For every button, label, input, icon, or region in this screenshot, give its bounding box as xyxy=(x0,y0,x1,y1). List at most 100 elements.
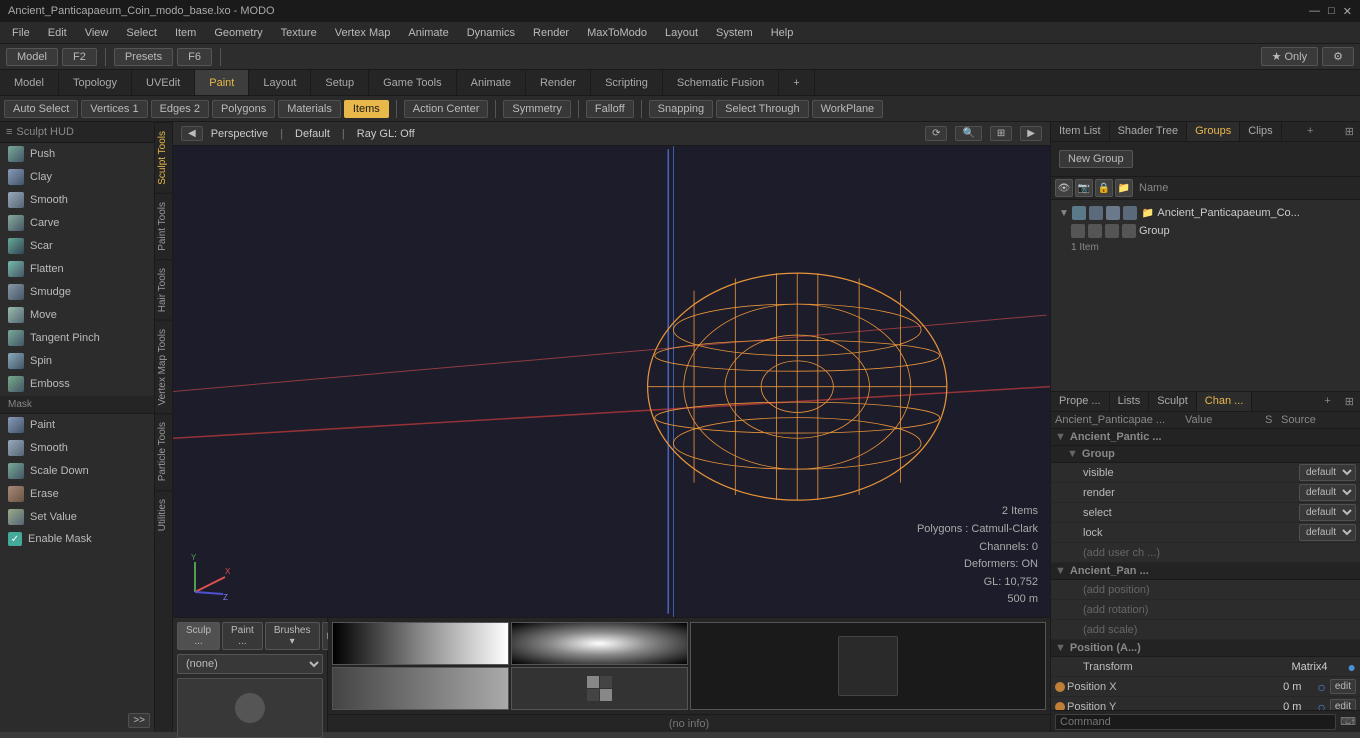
enable-mask-checkbox[interactable]: ✓ xyxy=(8,532,22,546)
tool-mask-smooth[interactable]: Smooth xyxy=(0,437,154,460)
f6-button[interactable]: F6 xyxy=(177,48,212,66)
tool-spin[interactable]: Spin xyxy=(0,350,154,373)
tab-uvedit[interactable]: UVEdit xyxy=(132,70,195,95)
tool-erase[interactable]: Erase xyxy=(0,483,154,506)
prop-select-dropdown[interactable]: default xyxy=(1299,504,1356,521)
polygons-button[interactable]: Polygons xyxy=(212,100,275,118)
prop-lock-dropdown[interactable]: default xyxy=(1299,524,1356,541)
tool-tangent-pinch[interactable]: Tangent Pinch xyxy=(0,327,154,350)
auto-select-button[interactable]: Auto Select xyxy=(4,100,78,118)
viewport-back-button[interactable]: ◀ xyxy=(181,126,203,141)
vp-icon3[interactable]: ⊞ xyxy=(990,126,1012,141)
vp-icon1[interactable]: ⟳ xyxy=(925,126,947,141)
tab-paint[interactable]: Paint xyxy=(195,70,249,95)
tool-enable-mask[interactable]: ✓ Enable Mask xyxy=(0,529,154,550)
gear-button[interactable]: ⚙ xyxy=(1322,47,1354,66)
viewport-canvas[interactable]: 2 Items Polygons : Catmull-Clark Channel… xyxy=(173,146,1050,617)
tool-emboss[interactable]: Emboss xyxy=(0,373,154,396)
items-button[interactable]: Items xyxy=(344,100,389,118)
menu-item-help[interactable]: Help xyxy=(763,25,802,41)
vp-icon2[interactable]: 🔍 xyxy=(955,126,981,141)
expand-panel-button[interactable]: >> xyxy=(128,713,150,728)
tool-mask-paint[interactable]: Paint xyxy=(0,414,154,437)
menu-item-maxtomodo[interactable]: MaxToModo xyxy=(579,25,655,41)
brush-select[interactable]: (none) xyxy=(177,654,323,674)
falloff-button[interactable]: Falloff xyxy=(586,100,634,118)
maximize-button[interactable]: □ xyxy=(1328,5,1335,18)
side-tab-particle-tools[interactable]: Particle Tools xyxy=(155,413,172,489)
tool-flatten[interactable]: Flatten xyxy=(0,258,154,281)
bottom-tab-paint[interactable]: Paint ... xyxy=(222,622,263,650)
side-tab-utilities[interactable]: Utilities xyxy=(155,490,172,539)
bottom-tab-sculpt[interactable]: Sculp ... xyxy=(177,622,220,650)
vp-icon4[interactable]: ▶ xyxy=(1020,126,1042,141)
rb-tab-chan[interactable]: Chan ... xyxy=(1197,392,1253,411)
rt-tab-groups[interactable]: Groups xyxy=(1187,122,1240,141)
select-through-button[interactable]: Select Through xyxy=(716,100,808,118)
menu-item-layout[interactable]: Layout xyxy=(657,25,706,41)
prop-render-dropdown[interactable]: default xyxy=(1299,484,1356,501)
pos-x-edit-button[interactable]: edit xyxy=(1330,679,1356,694)
workplane-button[interactable]: WorkPlane xyxy=(812,100,884,118)
render-icon[interactable]: 📷 xyxy=(1075,179,1093,197)
tab-game-tools[interactable]: Game Tools xyxy=(369,70,457,95)
tool-carve[interactable]: Carve xyxy=(0,212,154,235)
tab-setup[interactable]: Setup xyxy=(311,70,369,95)
new-group-button[interactable]: New Group xyxy=(1059,150,1133,168)
tool-push[interactable]: Push xyxy=(0,143,154,166)
menu-item-dynamics[interactable]: Dynamics xyxy=(459,25,523,41)
tab-animate[interactable]: Animate xyxy=(457,70,526,95)
rb-expand[interactable]: ⊞ xyxy=(1339,392,1360,411)
list-item-count[interactable]: 1 Item xyxy=(1067,240,1356,255)
rb-tab-sculpt[interactable]: Sculpt xyxy=(1149,392,1197,411)
prop-visible-dropdown[interactable]: default xyxy=(1299,464,1356,481)
close-button[interactable]: ✕ xyxy=(1343,5,1352,18)
menu-item-texture[interactable]: Texture xyxy=(273,25,325,41)
vertices-button[interactable]: Vertices 1 xyxy=(81,100,147,118)
side-tab-vertex-map-tools[interactable]: Vertex Map Tools xyxy=(155,320,172,414)
star-only-button[interactable]: ★ Only xyxy=(1261,47,1319,66)
menu-item-select[interactable]: Select xyxy=(118,25,165,41)
rt-tab-shader-tree[interactable]: Shader Tree xyxy=(1110,122,1188,141)
tab-model[interactable]: Model xyxy=(0,70,59,95)
action-center-button[interactable]: Action Center xyxy=(404,100,489,118)
menu-item-item[interactable]: Item xyxy=(167,25,204,41)
tab-add[interactable]: + xyxy=(779,70,814,95)
list-item-group[interactable]: Group xyxy=(1067,222,1356,240)
menu-item-system[interactable]: System xyxy=(708,25,761,41)
rt-tab-item-list[interactable]: Item List xyxy=(1051,122,1110,141)
menu-item-view[interactable]: View xyxy=(77,25,117,41)
rb-plus[interactable]: + xyxy=(1318,392,1336,411)
bottom-tab-brushes[interactable]: Brushes ▾ xyxy=(265,622,320,650)
tool-smooth[interactable]: Smooth xyxy=(0,189,154,212)
rb-tab-props[interactable]: Prope ... xyxy=(1051,392,1110,411)
tab-topology[interactable]: Topology xyxy=(59,70,132,95)
menu-item-vertex-map[interactable]: Vertex Map xyxy=(327,25,399,41)
tool-move[interactable]: Move xyxy=(0,304,154,327)
menu-item-edit[interactable]: Edit xyxy=(40,25,75,41)
side-tab-hair-tools[interactable]: Hair Tools xyxy=(155,259,172,320)
menu-item-file[interactable]: File xyxy=(4,25,38,41)
rt-tab-plus[interactable]: + xyxy=(1301,122,1319,141)
edges-button[interactable]: Edges 2 xyxy=(151,100,209,118)
snapping-button[interactable]: Snapping xyxy=(649,100,714,118)
tool-set-value[interactable]: Set Value xyxy=(0,506,154,529)
rt-expand[interactable]: ⊞ xyxy=(1339,122,1360,141)
menu-item-animate[interactable]: Animate xyxy=(400,25,456,41)
command-input[interactable] xyxy=(1055,714,1336,730)
list-item-root[interactable]: ▼ 📁 Ancient_Panticapaeum_Co... xyxy=(1055,204,1356,222)
symmetry-button[interactable]: Symmetry xyxy=(503,100,571,118)
menu-item-geometry[interactable]: Geometry xyxy=(206,25,270,41)
model-button[interactable]: Model xyxy=(6,48,58,66)
lock-icon[interactable]: 🔒 xyxy=(1095,179,1113,197)
side-tab-paint-tools[interactable]: Paint Tools xyxy=(155,193,172,259)
tool-scar[interactable]: Scar xyxy=(0,235,154,258)
tab-render[interactable]: Render xyxy=(526,70,591,95)
rt-tab-clips[interactable]: Clips xyxy=(1240,122,1281,141)
rb-tab-lists[interactable]: Lists xyxy=(1110,392,1150,411)
command-icon[interactable]: ⌨ xyxy=(1340,715,1356,728)
tab-schematic-fusion[interactable]: Schematic Fusion xyxy=(663,70,779,95)
tool-smudge[interactable]: Smudge xyxy=(0,281,154,304)
folder-icon[interactable]: 📁 xyxy=(1115,179,1133,197)
tool-scale-down[interactable]: Scale Down xyxy=(0,460,154,483)
